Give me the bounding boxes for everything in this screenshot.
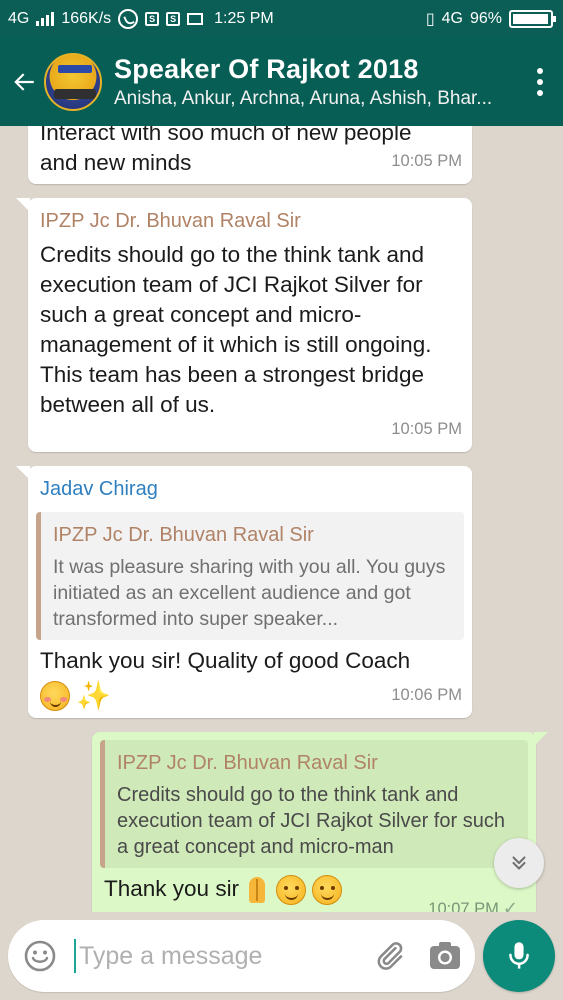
quoted-sender: IPZP Jc Dr. Bhuvan Raval Sir <box>117 752 378 774</box>
voice-record-button[interactable] <box>483 920 555 992</box>
quoted-sender: IPZP Jc Dr. Bhuvan Raval Sir <box>53 524 314 546</box>
notification-s-icon: S <box>145 12 160 26</box>
message-bubble-outgoing[interactable]: IPZP Jc Dr. Bhuvan Raval Sir Credits sho… <box>92 732 548 912</box>
group-avatar[interactable] <box>44 53 102 111</box>
signal-icon <box>36 12 55 26</box>
composer-bar: Type a message <box>0 912 563 1000</box>
message-text: Thank you sir! Quality of good Coach <box>40 648 411 673</box>
sender-name: IPZP Jc Dr. Bhuvan Raval Sir <box>40 210 301 232</box>
chat-title-block[interactable]: Speaker Of Rajkot 2018 Anisha, Ankur, Ar… <box>114 54 517 110</box>
sender-name: Jadav Chirag <box>40 478 158 500</box>
network-type-right: 4G <box>441 10 463 27</box>
message-list[interactable]: Interact with soo much of new people and… <box>0 126 563 912</box>
camera-icon <box>430 942 460 969</box>
status-time: 1:25 PM <box>214 10 274 27</box>
emoji-button[interactable] <box>8 920 72 992</box>
message-text: Thank you sir <box>104 876 240 901</box>
quoted-text: It was pleasure sharing with you all. Yo… <box>53 556 446 630</box>
attach-button[interactable] <box>363 920 415 992</box>
scroll-to-bottom-button[interactable] <box>494 838 544 888</box>
smiling-blush-emoji-icon <box>40 681 70 712</box>
back-button[interactable] <box>0 38 48 126</box>
message-bubble-incoming[interactable]: Interact with soo much of new people and… <box>28 126 472 184</box>
status-bar: 4G 166K/s S S 1:25 PM ▯ 4G 96% <box>0 0 563 38</box>
message-time: 10:05 PM <box>391 152 462 170</box>
battery-percent: 96% <box>469 10 502 27</box>
message-bubble-incoming[interactable]: IPZP Jc Dr. Bhuvan Raval Sir Credits sho… <box>16 198 472 452</box>
single-check-icon: ✓ <box>502 898 518 912</box>
quoted-text: Credits should go to the think tank and … <box>117 784 505 858</box>
group-members: Anisha, Ankur, Archna, Aruna, Ashish, Bh… <box>114 88 493 109</box>
battery-icon <box>509 10 556 28</box>
arrow-left-icon <box>14 73 34 91</box>
microphone-icon <box>509 942 529 969</box>
message-bubble-incoming[interactable]: Jadav Chirag IPZP Jc Dr. Bhuvan Raval Si… <box>16 466 472 718</box>
mail-icon <box>187 13 204 25</box>
folded-hands-emoji-icon <box>245 875 269 905</box>
double-chevron-down-icon <box>512 856 526 870</box>
text-cursor <box>74 939 76 973</box>
message-input-container[interactable]: Type a message <box>8 920 475 992</box>
sparkles-emoji-icon: ✨ <box>76 680 112 712</box>
more-options-icon[interactable] <box>517 38 563 126</box>
message-input[interactable]: Type a message <box>79 942 363 971</box>
smiling-face-emoji-icon <box>275 875 306 906</box>
network-type: 4G <box>8 10 30 27</box>
quoted-message[interactable]: IPZP Jc Dr. Bhuvan Raval Sir It was plea… <box>36 512 464 640</box>
message-time: 10:06 PM <box>391 686 462 704</box>
smiley-icon <box>24 940 56 972</box>
message-time-status: 10:07 PM ✓ <box>428 893 518 912</box>
camera-button[interactable] <box>415 920 475 992</box>
paperclip-icon <box>377 942 403 970</box>
vibrate-icon: ▯ <box>425 11 435 28</box>
whatsapp-icon <box>118 9 139 29</box>
smiling-face-emoji-icon <box>311 875 342 906</box>
group-name: Speaker Of Rajkot 2018 <box>114 54 419 84</box>
network-speed: 166K/s <box>61 10 112 27</box>
notification-s-icon: S <box>166 12 181 26</box>
message-text: Credits should go to the think tank and … <box>40 242 432 417</box>
chat-header: Speaker Of Rajkot 2018 Anisha, Ankur, Ar… <box>0 38 563 126</box>
message-time: 10:05 PM <box>391 420 462 438</box>
quoted-message[interactable]: IPZP Jc Dr. Bhuvan Raval Sir Credits sho… <box>100 740 528 868</box>
